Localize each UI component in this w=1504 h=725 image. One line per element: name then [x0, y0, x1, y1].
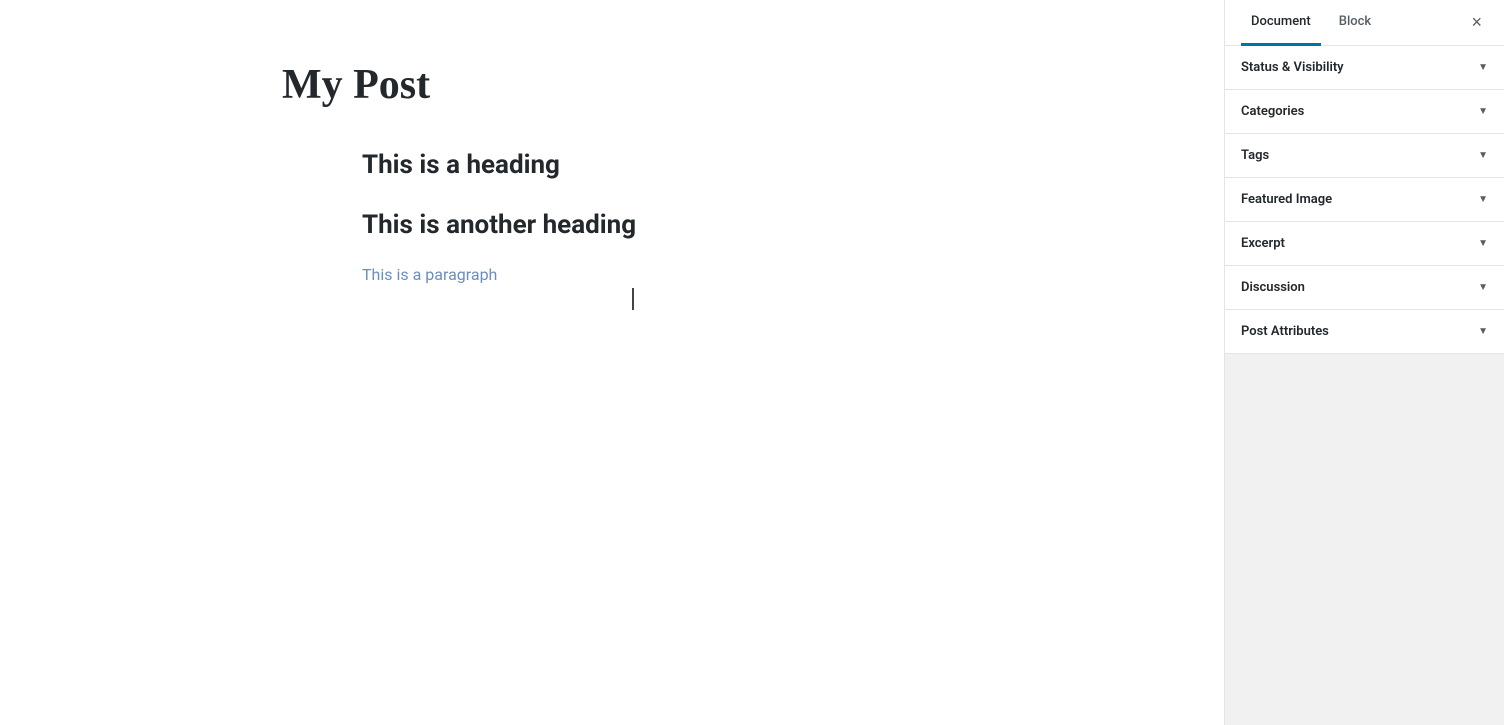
- section-featured-image-label: Featured Image: [1241, 192, 1332, 207]
- section-categories-header[interactable]: Categories ▼: [1225, 90, 1504, 133]
- sidebar-tabs: Document Block ×: [1225, 0, 1504, 46]
- section-excerpt-header[interactable]: Excerpt ▼: [1225, 222, 1504, 265]
- section-status-visibility-header[interactable]: Status & Visibility ▼: [1225, 46, 1504, 89]
- chevron-down-icon: ▼: [1478, 282, 1488, 293]
- section-discussion-header[interactable]: Discussion ▼: [1225, 266, 1504, 309]
- sidebar-close-button[interactable]: ×: [1465, 8, 1488, 37]
- section-categories: Categories ▼: [1225, 90, 1504, 134]
- section-featured-image-header[interactable]: Featured Image ▼: [1225, 178, 1504, 221]
- section-tags-label: Tags: [1241, 148, 1269, 163]
- paragraph-text[interactable]: This is a paragraph: [362, 265, 942, 284]
- post-title[interactable]: My Post: [282, 60, 942, 110]
- section-excerpt: Excerpt ▼: [1225, 222, 1504, 266]
- chevron-down-icon: ▼: [1478, 326, 1488, 337]
- section-categories-label: Categories: [1241, 104, 1304, 119]
- editor-area[interactable]: My Post This is a heading This is anothe…: [0, 0, 1224, 725]
- section-tags-header[interactable]: Tags ▼: [1225, 134, 1504, 177]
- chevron-down-icon: ▼: [1478, 238, 1488, 249]
- chevron-down-icon: ▼: [1478, 62, 1488, 73]
- section-tags: Tags ▼: [1225, 134, 1504, 178]
- chevron-down-icon: ▼: [1478, 106, 1488, 117]
- section-discussion: Discussion ▼: [1225, 266, 1504, 310]
- section-featured-image: Featured Image ▼: [1225, 178, 1504, 222]
- heading-1[interactable]: This is a heading: [362, 150, 942, 180]
- section-post-attributes: Post Attributes ▼: [1225, 310, 1504, 354]
- section-discussion-label: Discussion: [1241, 280, 1305, 295]
- text-cursor: [632, 288, 634, 310]
- section-post-attributes-label: Post Attributes: [1241, 324, 1329, 339]
- tab-block[interactable]: Block: [1329, 0, 1381, 46]
- sidebar-bottom-area: [1225, 354, 1504, 725]
- editor-content: My Post This is a heading This is anothe…: [242, 60, 982, 324]
- section-status-visibility: Status & Visibility ▼: [1225, 46, 1504, 90]
- section-excerpt-label: Excerpt: [1241, 236, 1285, 251]
- heading-2[interactable]: This is another heading: [362, 210, 942, 240]
- section-post-attributes-header[interactable]: Post Attributes ▼: [1225, 310, 1504, 353]
- tab-document[interactable]: Document: [1241, 0, 1321, 46]
- document-sidebar: Document Block × Status & Visibility ▼ C…: [1224, 0, 1504, 725]
- chevron-down-icon: ▼: [1478, 194, 1488, 205]
- chevron-down-icon: ▼: [1478, 150, 1488, 161]
- paragraph-block[interactable]: This is a paragraph: [282, 265, 942, 284]
- section-status-visibility-label: Status & Visibility: [1241, 60, 1344, 75]
